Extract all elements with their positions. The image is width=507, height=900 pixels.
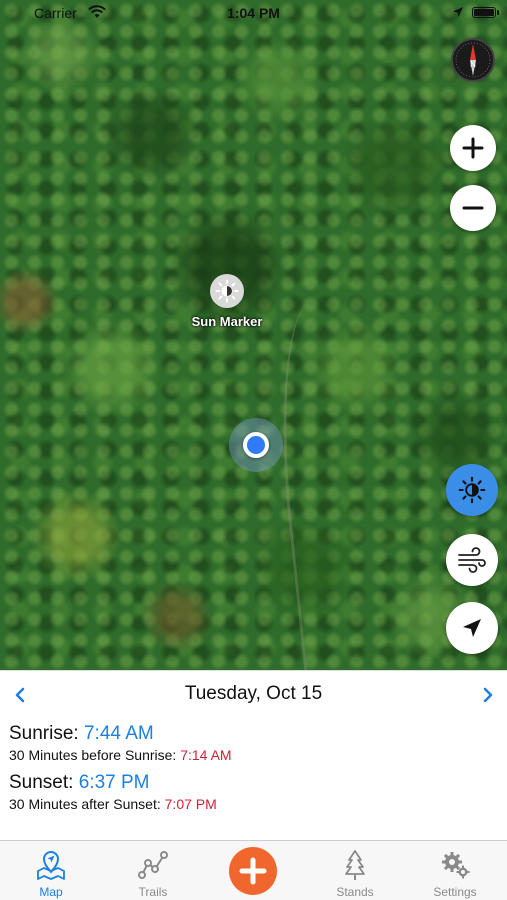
sun-times-panel: Tuesday, Oct 15 Sunrise: 7:44 AM 30 Minu… [0, 670, 507, 840]
map-view[interactable] [0, 0, 507, 670]
sunset-time: 6:37 PM [78, 772, 150, 793]
add-button[interactable] [229, 847, 277, 895]
after-sunset-label: 30 Minutes after Sunset: [9, 796, 165, 812]
compass-north-label: N [470, 60, 476, 69]
sunset-label: Sunset: [9, 772, 79, 793]
sun-marker-label: Sun Marker [191, 314, 263, 329]
minus-icon [462, 206, 484, 210]
sunset-row: Sunset: 6:37 PM [9, 772, 149, 794]
before-sunrise-time: 7:14 AM [180, 747, 232, 763]
zoom-out-button[interactable] [450, 185, 496, 231]
location-services-icon [453, 7, 463, 17]
location-arrow-icon [463, 619, 481, 637]
sunrise-label: Sunrise: [9, 723, 84, 744]
map-pin-icon [37, 851, 65, 880]
plus-icon [239, 857, 267, 885]
compass-button[interactable]: N [451, 38, 495, 82]
wind-icon [458, 547, 486, 573]
tab-settings[interactable]: Settings [410, 841, 500, 900]
tab-settings-label: Settings [433, 885, 477, 899]
tab-map[interactable]: Map [6, 841, 96, 900]
tab-bar: Map Trails Stands Settings [0, 840, 507, 900]
tab-stands[interactable]: Stands [310, 841, 400, 900]
chevron-right-icon [483, 687, 493, 703]
after-sunset-time: 7:07 PM [164, 796, 217, 812]
tab-trails[interactable]: Trails [108, 841, 198, 900]
plus-icon [462, 137, 484, 159]
gears-icon [442, 852, 470, 879]
zoom-in-button[interactable] [450, 125, 496, 171]
sunrise-row: Sunrise: 7:44 AM [9, 723, 154, 745]
tab-trails-label: Trails [138, 885, 168, 899]
trail-path [265, 296, 385, 670]
status-time: 1:04 PM [227, 5, 280, 21]
before-sunrise-row: 30 Minutes before Sunrise: 7:14 AM [9, 747, 232, 763]
date-title: Tuesday, Oct 15 [184, 683, 323, 704]
locate-me-button[interactable] [446, 602, 498, 654]
tab-map-label: Map [39, 885, 63, 899]
tab-stands-label: Stands [336, 885, 374, 899]
before-sunrise-label: 30 Minutes before Sunrise: [9, 747, 181, 763]
wind-button[interactable] [446, 534, 498, 586]
sun-icon [215, 279, 239, 303]
sun-marker[interactable] [210, 274, 244, 308]
trail-icon [138, 851, 168, 879]
sun-toggle-button[interactable] [446, 464, 498, 516]
compass-icon: N [455, 42, 491, 78]
next-day-button[interactable] [476, 683, 500, 707]
after-sunset-row: 30 Minutes after Sunset: 7:07 PM [9, 796, 217, 812]
sun-icon [458, 476, 486, 504]
user-location-dot [243, 432, 269, 458]
battery-icon [472, 7, 499, 18]
sunrise-time: 7:44 AM [83, 723, 154, 744]
date-navigator: Tuesday, Oct 15 [0, 683, 507, 707]
tree-icon [345, 850, 365, 880]
status-bar: Carrier 1:04 PM [0, 0, 507, 26]
